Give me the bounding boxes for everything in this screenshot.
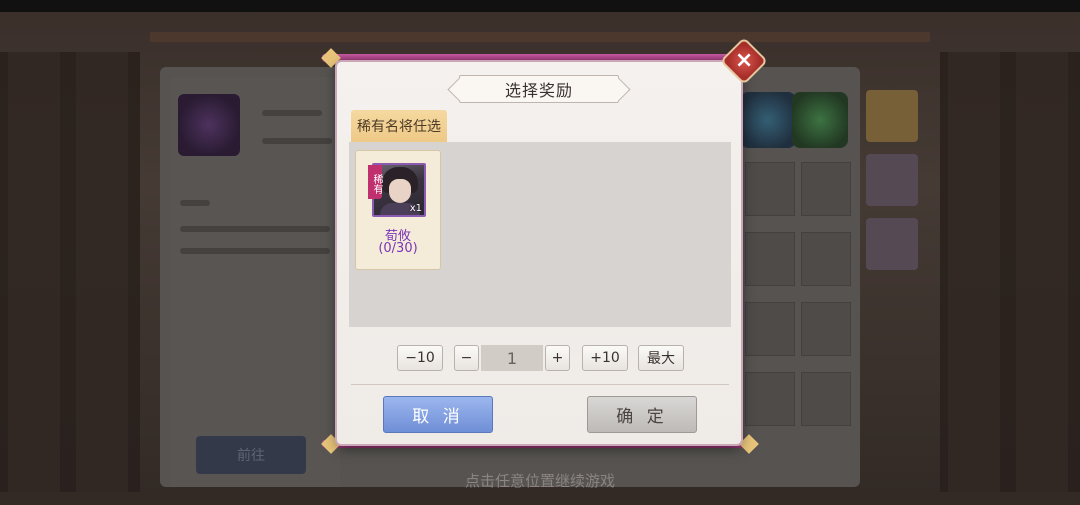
select-reward-dialog: 选择奖励 × 稀有名将任选 稀有 x1 荀攸 (0/30) −10 − 1 + … xyxy=(337,36,769,444)
confirm-button[interactable]: 确 定 xyxy=(587,396,697,433)
tab-rare-general-choice[interactable]: 稀有名将任选 xyxy=(351,110,447,142)
dialog-title-text: 选择奖励 xyxy=(504,81,573,100)
plus-1-button[interactable]: + xyxy=(545,345,570,371)
minus-1-button[interactable]: − xyxy=(454,345,479,371)
plus-10-button[interactable]: +10 xyxy=(582,345,628,371)
rarity-badge: 稀有 xyxy=(368,165,382,199)
close-icon: × xyxy=(734,48,754,73)
dialog-title: 选择奖励 xyxy=(459,75,619,103)
hero-progress: (0/30) xyxy=(378,241,418,256)
quantity-input[interactable]: 1 xyxy=(481,345,543,371)
dialog-top-trim xyxy=(322,54,756,62)
quantity-label: x1 xyxy=(409,203,422,214)
minus-10-button[interactable]: −10 xyxy=(397,345,443,371)
top-status-bar xyxy=(0,0,1080,12)
divider xyxy=(351,384,729,385)
reward-card-hero[interactable]: 稀有 x1 荀攸 (0/30) xyxy=(355,150,441,270)
max-button[interactable]: 最大 xyxy=(638,345,684,371)
cancel-button[interactable]: 取 消 xyxy=(383,396,493,433)
reward-list: 稀有 x1 荀攸 (0/30) xyxy=(349,142,731,327)
continue-hint: 点击任意位置继续游戏 xyxy=(464,472,615,490)
